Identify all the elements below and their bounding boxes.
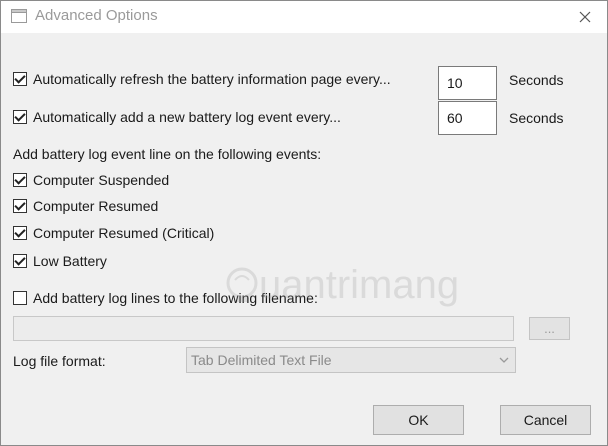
event-item[interactable]: Computer Suspended (13, 172, 169, 188)
event-label: Computer Resumed (33, 198, 159, 214)
auto-refresh-option[interactable]: Automatically refresh the battery inform… (13, 71, 391, 87)
window-icon (11, 9, 27, 23)
event-label: Low Battery (33, 253, 107, 269)
window-title: Advanced Options (35, 7, 158, 24)
log-unit-label: Seconds (509, 110, 564, 126)
filename-label: Add battery log lines to the following f… (33, 290, 318, 306)
close-icon (579, 11, 591, 23)
filename-checkbox[interactable] (13, 291, 27, 305)
advanced-options-dialog: Advanced Options Automatically refresh t… (0, 0, 608, 446)
browse-button[interactable]: ... (529, 317, 570, 340)
auto-log-label: Automatically add a new battery log even… (33, 109, 341, 125)
close-button[interactable] (567, 3, 603, 31)
event-checkbox[interactable] (13, 173, 27, 187)
log-format-value: Tab Delimited Text File (191, 352, 332, 368)
events-heading: Add battery log event line on the follow… (13, 146, 322, 162)
auto-log-option[interactable]: Automatically add a new battery log even… (13, 109, 341, 125)
event-item[interactable]: Computer Resumed (13, 198, 158, 214)
log-interval-input[interactable] (438, 101, 497, 135)
chevron-down-icon (499, 357, 509, 363)
refresh-interval-input[interactable] (438, 66, 497, 100)
auto-refresh-label: Automatically refresh the battery inform… (33, 71, 391, 87)
title-bar: Advanced Options (1, 1, 607, 33)
auto-log-checkbox[interactable] (13, 110, 27, 124)
cancel-button[interactable]: Cancel (500, 405, 591, 435)
event-checkbox[interactable] (13, 199, 27, 213)
filename-input[interactable] (13, 316, 514, 341)
event-item[interactable]: Low Battery (13, 253, 107, 269)
event-checkbox[interactable] (13, 226, 27, 240)
refresh-unit-label: Seconds (509, 72, 564, 88)
log-format-select[interactable]: Tab Delimited Text File (186, 347, 516, 373)
event-label: Computer Suspended (33, 172, 170, 188)
event-label: Computer Resumed (Critical) (33, 225, 215, 241)
event-item[interactable]: Computer Resumed (Critical) (13, 225, 214, 241)
filename-option[interactable]: Add battery log lines to the following f… (13, 290, 318, 306)
event-checkbox[interactable] (13, 254, 27, 268)
auto-refresh-checkbox[interactable] (13, 72, 27, 86)
ok-button[interactable]: OK (373, 405, 464, 435)
log-format-label: Log file format: (13, 353, 106, 369)
